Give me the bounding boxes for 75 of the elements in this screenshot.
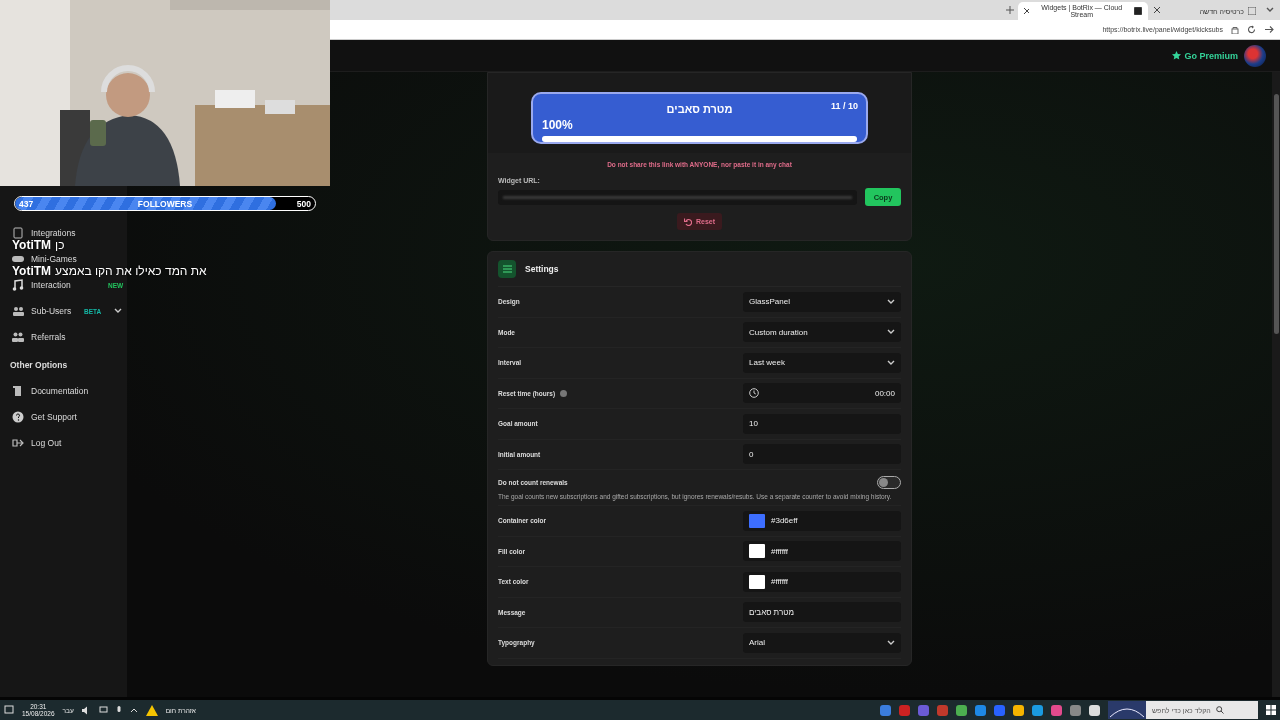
followers-goal: 500 bbox=[296, 198, 311, 209]
followers-label: FOLLOWERS bbox=[137, 198, 193, 209]
input-field[interactable]: 0 bbox=[743, 444, 901, 465]
undo-icon bbox=[683, 217, 692, 226]
chat-username: YotiTM bbox=[12, 265, 52, 278]
star-icon bbox=[1172, 51, 1182, 60]
toggle-switch[interactable] bbox=[877, 476, 901, 489]
reload-icon[interactable] bbox=[1247, 25, 1256, 34]
dropdown[interactable]: GlassPanel bbox=[743, 291, 901, 312]
sidebar-label: Documentation bbox=[31, 386, 89, 396]
new-tab-icon[interactable] bbox=[1005, 6, 1014, 14]
app-icon[interactable] bbox=[956, 704, 967, 716]
avatar[interactable] bbox=[1244, 44, 1266, 67]
dropdown[interactable]: Arial bbox=[743, 632, 901, 653]
color-swatch[interactable] bbox=[749, 544, 765, 559]
chat-message: את המד כאילו את הקו באמצע bbox=[55, 265, 207, 278]
sidebar-label: Mini-Games bbox=[31, 254, 77, 264]
warning-icon bbox=[145, 704, 158, 716]
music-note-icon bbox=[12, 279, 24, 291]
chevron-down-icon bbox=[887, 298, 895, 305]
input-field[interactable]: 10 bbox=[743, 413, 901, 434]
chat-message: כן bbox=[55, 239, 65, 252]
color-field[interactable]: #ffffff bbox=[743, 571, 901, 592]
page-icon bbox=[1248, 7, 1256, 15]
sidebar-label: Integrations bbox=[31, 228, 76, 238]
color-field[interactable]: #3d6eff bbox=[743, 510, 901, 531]
sliders-icon bbox=[498, 260, 516, 278]
color-swatch[interactable] bbox=[749, 574, 765, 589]
scrollbar-thumb[interactable] bbox=[1273, 94, 1279, 334]
chat-username: YotiTM bbox=[12, 239, 52, 252]
windows-logo-icon[interactable] bbox=[1266, 705, 1276, 715]
chevron-down-icon bbox=[1266, 7, 1274, 13]
chevron-down-icon bbox=[887, 359, 895, 366]
goal-title: מטרת סאבים bbox=[666, 103, 733, 115]
close-icon[interactable] bbox=[1023, 8, 1030, 14]
app-icon[interactable] bbox=[1013, 704, 1024, 716]
sidebar-label: Log Out bbox=[31, 438, 62, 448]
input-field[interactable]: מטרת סאבים bbox=[743, 602, 901, 623]
lock-icon bbox=[1231, 25, 1239, 34]
card-title: Settings bbox=[525, 264, 559, 274]
followers-count: 437 bbox=[19, 198, 34, 209]
microphone-icon[interactable] bbox=[115, 705, 122, 715]
chevron-down-icon bbox=[887, 329, 895, 336]
sidebar-label: Interaction bbox=[31, 280, 71, 290]
app-icon[interactable] bbox=[1032, 704, 1043, 716]
clock-icon bbox=[749, 388, 759, 399]
dropdown[interactable]: Last week bbox=[743, 352, 901, 373]
network-icon[interactable] bbox=[98, 705, 108, 715]
blurred-url-field[interactable] bbox=[498, 189, 857, 205]
color-field[interactable]: #ffffff bbox=[743, 541, 901, 562]
section-header: Other Options bbox=[9, 359, 69, 372]
chevron-down-icon[interactable] bbox=[114, 308, 122, 314]
sidebar-label: Get Support bbox=[31, 412, 77, 422]
bridge-icon bbox=[1108, 701, 1146, 719]
sidebar-label: Sub-Users bbox=[31, 306, 72, 316]
goal-percent: 100% bbox=[542, 118, 574, 132]
people-icon bbox=[12, 331, 24, 343]
notification-icon[interactable] bbox=[4, 705, 14, 715]
close-icon[interactable] bbox=[1153, 7, 1160, 13]
log-out-icon bbox=[12, 437, 24, 449]
caret-up-icon[interactable] bbox=[129, 707, 138, 713]
chevron-down-icon bbox=[887, 639, 895, 646]
color-swatch[interactable] bbox=[749, 513, 765, 528]
app-icon[interactable] bbox=[1089, 704, 1100, 716]
forward-icon[interactable] bbox=[1264, 25, 1274, 34]
time-field[interactable]: 00:00 bbox=[743, 383, 901, 404]
go-premium-link[interactable]: Go Premium bbox=[1172, 50, 1238, 61]
goal-count: 11 / 10 bbox=[830, 101, 858, 111]
tab-favicon-icon bbox=[1134, 7, 1142, 15]
sidebar-label: Referrals bbox=[31, 332, 66, 342]
document-icon bbox=[12, 385, 24, 397]
dropdown[interactable]: Custom duration bbox=[743, 322, 901, 343]
search-icon bbox=[1215, 706, 1224, 714]
question-icon bbox=[12, 411, 24, 423]
users-icon bbox=[12, 305, 24, 317]
